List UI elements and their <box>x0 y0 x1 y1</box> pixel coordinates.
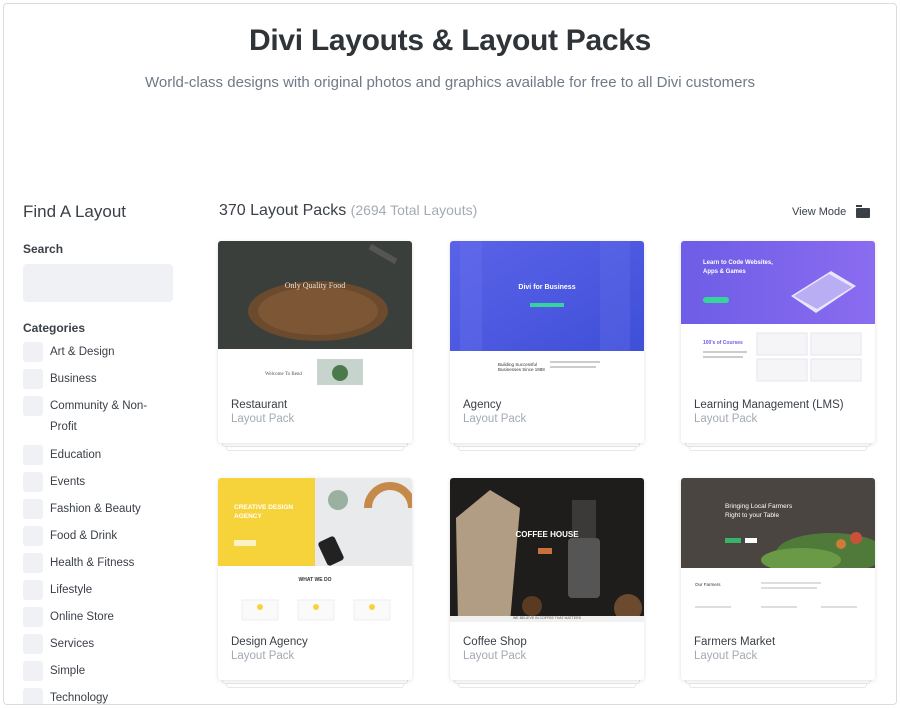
category-services[interactable]: Services <box>23 634 183 654</box>
category-label: Fashion & Beauty <box>50 503 141 515</box>
layout-card-coffee-shop[interactable]: COFFEE HOUSE WE BELIEVE IN COFFEE THAT M… <box>450 478 644 690</box>
category-checkbox[interactable] <box>23 580 43 600</box>
category-events[interactable]: Events <box>23 472 183 492</box>
category-checkbox[interactable] <box>23 445 43 465</box>
thumbnail-headline: Bringing Local Farmers Right to your Tab… <box>725 503 793 519</box>
layout-card-restaurant[interactable]: Only Quality Food Welcome To Bend Restau… <box>218 241 412 453</box>
category-label: Education <box>50 449 102 461</box>
category-health-fitness[interactable]: Health & Fitness <box>23 553 183 573</box>
category-checkbox[interactable] <box>23 526 43 546</box>
category-checkbox[interactable] <box>23 661 43 681</box>
card-name: Learning Management (LMS) <box>694 399 844 411</box>
coffee-shop-thumbnail-image <box>450 478 644 622</box>
card-thumbnail: COFFEE HOUSE WE BELIEVE IN COFFEE THAT M… <box>450 478 644 622</box>
search-label: Search <box>23 242 64 256</box>
card-body: Bringing Local Farmers Right to your Tab… <box>681 478 875 680</box>
card-body: COFFEE HOUSE WE BELIEVE IN COFFEE THAT M… <box>450 478 644 680</box>
card-type: Layout Pack <box>231 413 295 425</box>
card-thumbnail: Only Quality Food Welcome To Bend <box>218 241 412 385</box>
thumbnail-subtext: Our Farmers <box>695 582 721 587</box>
category-label: Health & Fitness <box>50 557 135 569</box>
card-thumbnail: CREATIVE DESIGN AGENCY WHAT WE DO <box>218 478 412 622</box>
category-community[interactable]: Community & Non-Profit <box>23 396 183 438</box>
category-checkbox[interactable] <box>23 634 43 654</box>
category-art-design[interactable]: Art & Design <box>23 342 183 362</box>
thumbnail-headline: Learn to Code Websites, Apps & Games <box>703 260 773 275</box>
thumbnail-subtext: WHAT WE DO <box>298 577 332 583</box>
category-checkbox[interactable] <box>23 342 43 362</box>
search-input[interactable] <box>23 264 173 302</box>
category-simple[interactable]: Simple <box>23 661 183 681</box>
card-type: Layout Pack <box>694 650 758 662</box>
category-checkbox[interactable] <box>23 688 43 704</box>
thumbnail-headline: Only Quality Food <box>284 281 346 290</box>
design-agency-thumbnail-image <box>218 478 412 622</box>
card-thumbnail: Divi for Business Building Successful Bu… <box>450 241 644 385</box>
grid-view-icon[interactable] <box>856 205 871 218</box>
category-label: Simple <box>50 665 86 677</box>
card-body: Divi for Business Building Successful Bu… <box>450 241 644 443</box>
view-mode-toggle[interactable]: View Mode <box>792 205 871 218</box>
thumbnail-subtext: WE BELIEVE IN COFFEE THAT MATTERS <box>512 616 581 620</box>
restaurant-thumbnail-image <box>218 241 412 385</box>
card-thumbnail: Learn to Code Websites, Apps & Games 100… <box>681 241 875 385</box>
layout-card-lms[interactable]: Learn to Code Websites, Apps & Games 100… <box>681 241 875 453</box>
sidebar-title: Find A Layout <box>23 202 127 221</box>
card-type: Layout Pack <box>231 650 295 662</box>
category-checkbox[interactable] <box>23 472 43 492</box>
category-label: Services <box>50 638 95 650</box>
category-lifestyle[interactable]: Lifestyle <box>23 580 183 600</box>
layout-card-agency[interactable]: Divi for Business Building Successful Bu… <box>450 241 644 453</box>
card-body: CREATIVE DESIGN AGENCY WHAT WE DO Design… <box>218 478 412 680</box>
category-label: Online Store <box>50 611 114 623</box>
category-education[interactable]: Education <box>23 445 183 465</box>
card-name: Farmers Market <box>694 636 776 648</box>
page-frame: Divi Layouts & Layout Packs World-class … <box>3 3 897 705</box>
category-checkbox[interactable] <box>23 607 43 627</box>
thumbnail-subtext: Building Successful Businesses Since 198… <box>498 362 545 372</box>
thumbnail-headline: CREATIVE DESIGN AGENCY <box>234 504 294 520</box>
thumbnail-subtext: 100's of Courses <box>703 340 743 346</box>
category-label: Lifestyle <box>50 584 93 596</box>
layout-card-farmers-market[interactable]: Bringing Local Farmers Right to your Tab… <box>681 478 875 690</box>
card-type: Layout Pack <box>463 413 527 425</box>
card-type: Layout Pack <box>694 413 758 425</box>
farmers-market-thumbnail-image <box>681 478 875 622</box>
card-thumbnail: Bringing Local Farmers Right to your Tab… <box>681 478 875 622</box>
card-name: Design Agency <box>231 636 308 648</box>
pack-count: 370 Layout Packs <box>219 202 347 219</box>
category-checkbox[interactable] <box>23 369 43 389</box>
categories-label: Categories <box>23 321 86 335</box>
category-online-store[interactable]: Online Store <box>23 607 183 627</box>
card-type: Layout Pack <box>463 650 527 662</box>
thumbnail-headline: Divi for Business <box>518 284 576 291</box>
category-list: Art & Design Business Community & Non-Pr… <box>23 342 183 704</box>
thumbnail-subtext: Welcome To Bend <box>265 372 302 377</box>
category-label: Art & Design <box>50 346 115 358</box>
total-layouts-count: (2694 Total Layouts) <box>350 202 478 218</box>
page-subtitle: World-class designs with original photos… <box>144 74 755 91</box>
card-body: Only Quality Food Welcome To Bend Restau… <box>218 241 412 443</box>
category-food-drink[interactable]: Food & Drink <box>23 526 183 546</box>
layout-card-design-agency[interactable]: CREATIVE DESIGN AGENCY WHAT WE DO Design… <box>218 478 412 690</box>
card-name: Restaurant <box>231 399 288 411</box>
view-mode-label: View Mode <box>792 205 847 218</box>
category-checkbox[interactable] <box>23 553 43 573</box>
card-body: Learn to Code Websites, Apps & Games 100… <box>681 241 875 443</box>
card-name: Coffee Shop <box>463 636 527 648</box>
category-technology[interactable]: Technology <box>23 688 183 704</box>
category-label: Technology <box>50 692 109 704</box>
page-title: Divi Layouts & Layout Packs <box>248 24 652 57</box>
layout-pack-count: 370 Layout Packs (2694 Total Layouts) <box>219 202 477 220</box>
category-label: Food & Drink <box>50 530 118 542</box>
category-checkbox[interactable] <box>23 396 43 416</box>
card-name: Agency <box>463 399 502 411</box>
thumbnail-headline: COFFEE HOUSE <box>515 530 579 539</box>
category-checkbox[interactable] <box>23 499 43 519</box>
category-label: Events <box>50 476 86 488</box>
category-label: Business <box>50 373 97 385</box>
category-label: Community & Non-Profit <box>50 400 148 433</box>
category-business[interactable]: Business <box>23 369 183 389</box>
category-fashion-beauty[interactable]: Fashion & Beauty <box>23 499 183 519</box>
